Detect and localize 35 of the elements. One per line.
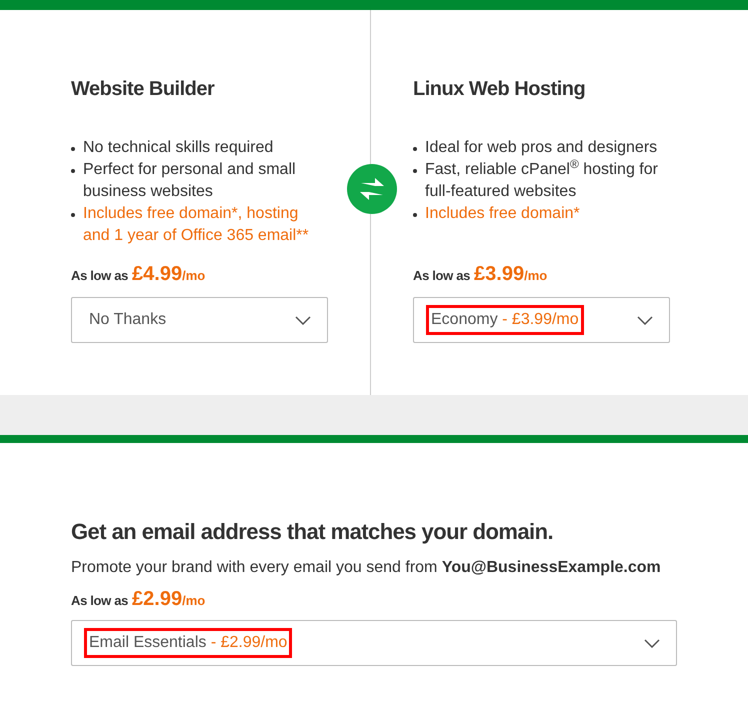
bullet-icon [413,147,417,151]
bullet-icon [413,213,417,217]
section-title: Get an email address that matches your domain. [71,518,554,546]
price-prefix: As low as [71,267,128,285]
feature-text: Ideal for web pros and designers [425,138,658,158]
dropdown-value: Economy - £3.99/mo [426,305,584,335]
bullet-icon [71,147,75,151]
product-title: Linux Web Hosting [413,77,586,102]
feature-text: Fast, reliable cPanel$^{®}$ hosting for full-featured websites [425,159,659,202]
plan-dropdown[interactable]: No Thanks [71,297,328,343]
price-prefix: As low as [71,592,128,610]
price: £4.99 [132,262,182,287]
bullet-icon [71,169,75,173]
chevron-down-icon [637,316,653,324]
bullet-icon [413,169,417,173]
feature-text: Includes free domain* [425,204,581,224]
chevron-down-icon [644,638,660,648]
swap-icon [347,164,397,214]
section-description: Promote your brand with every email you send from You@BusinessExample.com [71,558,662,578]
plan-dropdown[interactable]: Economy - £3.99/mo [413,297,670,343]
feature-text: Perfect for personal and small business websites [83,160,297,202]
plan-dropdown[interactable]: Email Essentials - £2.99/mo [71,620,677,666]
feature-text: Includes free domain*, hosting and 1 year of Office 365 email** [83,204,310,246]
price: £2.99 [132,587,182,612]
bullet-icon [71,213,75,217]
feature-text: No technical skills required [83,138,274,158]
price: £3.99 [474,262,524,287]
price-unit: /mo [182,592,206,610]
price-unit: /mo [182,267,206,285]
chevron-down-icon [295,316,311,324]
price-prefix: As low as [413,267,470,285]
dropdown-value: Email Essentials - £2.99/mo [84,628,292,658]
dropdown-value: No Thanks [88,310,168,330]
product-title: Website Builder [71,77,216,102]
price-unit: /mo [524,267,548,285]
